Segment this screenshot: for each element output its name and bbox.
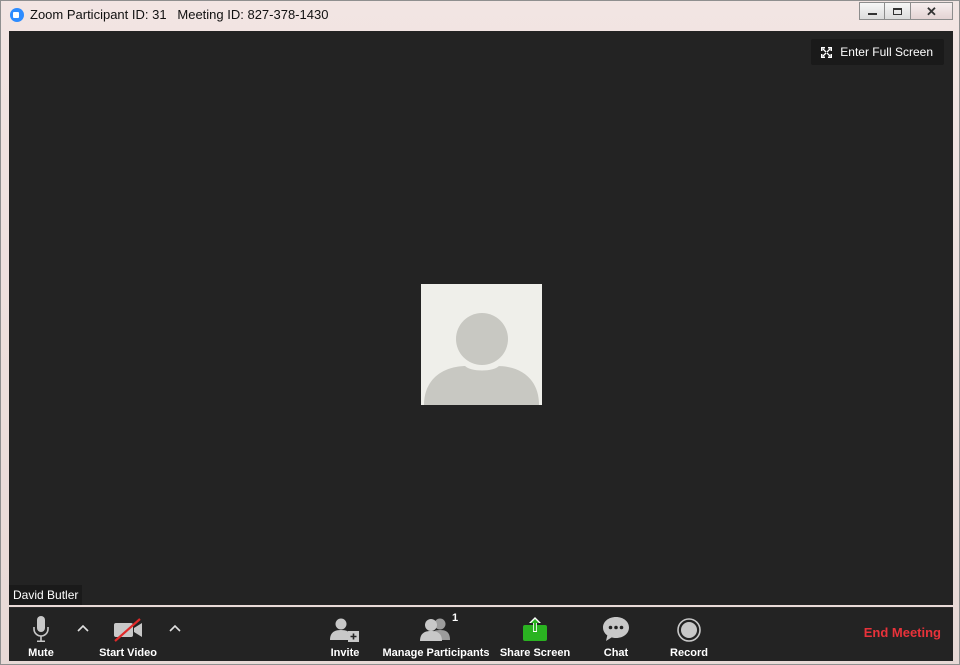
chat-button[interactable]: Chat <box>599 608 633 661</box>
manage-participants-label: Manage Participants <box>382 647 490 659</box>
start-video-button[interactable]: Start Video <box>99 608 157 661</box>
start-video-label: Start Video <box>99 647 157 659</box>
maximize-icon <box>893 7 902 15</box>
invite-label: Invite <box>330 647 360 659</box>
record-label: Record <box>670 647 708 659</box>
chevron-up-icon <box>77 624 89 632</box>
zoom-app-icon <box>10 8 24 22</box>
enter-full-screen-label: Enter Full Screen <box>840 45 933 59</box>
manage-participants-button[interactable]: Manage Participants <box>382 608 490 661</box>
audio-options-caret[interactable] <box>75 620 91 636</box>
close-icon: ✕ <box>926 3 937 19</box>
end-meeting-button[interactable]: End Meeting <box>864 625 941 640</box>
enter-full-screen-button[interactable]: Enter Full Screen <box>811 39 944 65</box>
share-screen-label: Share Screen <box>499 647 571 659</box>
participant-name-label: David Butler <box>9 585 83 605</box>
meeting-toolbar: Mute Start Video Invite Manage Participa… <box>9 607 953 661</box>
share-screen-icon <box>522 612 548 642</box>
record-icon <box>677 612 701 642</box>
invite-button[interactable]: Invite <box>327 608 363 661</box>
record-button[interactable]: Record <box>668 608 710 661</box>
mute-label: Mute <box>28 647 54 659</box>
expand-icon <box>821 46 833 58</box>
add-user-icon <box>330 612 360 642</box>
minimize-button[interactable] <box>859 2 885 20</box>
video-stage: Enter Full Screen <box>9 31 953 605</box>
chat-bubble-icon <box>602 612 630 642</box>
minimize-icon <box>867 13 877 15</box>
video-options-caret[interactable] <box>167 620 183 636</box>
participant-count-badge: 1 <box>452 612 459 624</box>
chat-label: Chat <box>603 647 629 659</box>
mute-button[interactable]: Mute <box>25 608 57 661</box>
video-camera-off-icon <box>113 612 143 642</box>
maximize-button[interactable] <box>885 2 911 20</box>
close-button[interactable]: ✕ <box>911 2 953 20</box>
chevron-up-icon <box>169 624 181 632</box>
window-controls: ✕ <box>859 2 953 20</box>
share-screen-button[interactable]: Share Screen <box>499 608 571 661</box>
title-bar[interactable]: Zoom Participant ID: 31 Meeting ID: 827-… <box>1 1 959 29</box>
user-silhouette-icon <box>424 313 539 405</box>
participant-avatar <box>421 284 542 405</box>
zoom-window: Zoom Participant ID: 31 Meeting ID: 827-… <box>0 0 960 665</box>
microphone-icon <box>33 612 49 642</box>
participants-icon <box>420 612 452 642</box>
window-title: Zoom Participant ID: 31 Meeting ID: 827-… <box>30 7 329 22</box>
